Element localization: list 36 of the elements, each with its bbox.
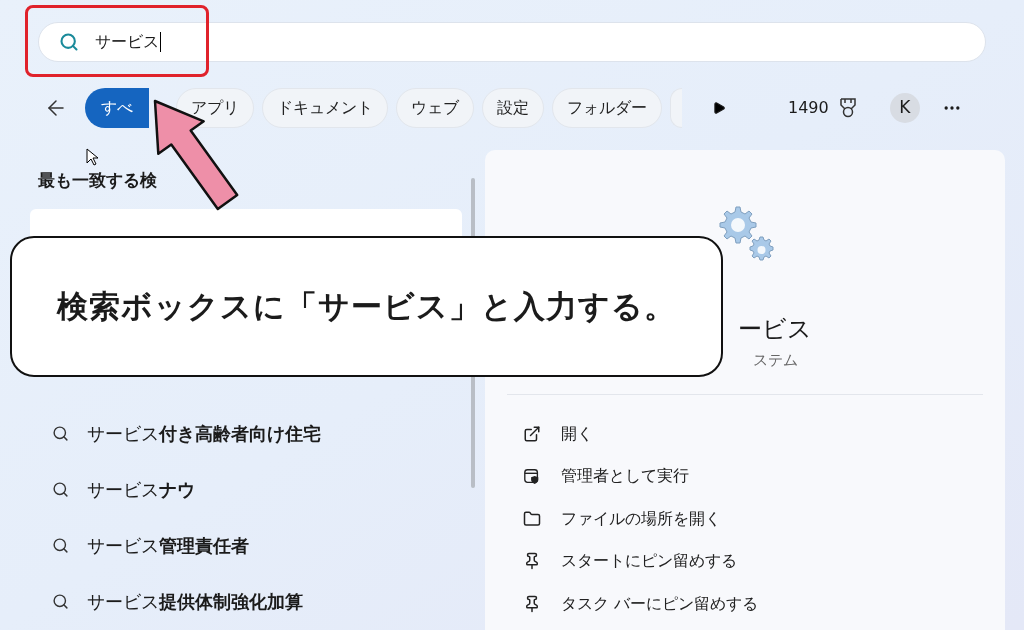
filter-tab[interactable]: フォルダー [552, 88, 662, 128]
suggestion-item[interactable]: サービス付き高齢者向け住宅 [30, 405, 462, 462]
app-subtitle: ステム [752, 350, 798, 371]
folder-icon [523, 509, 541, 528]
points-count: 1490 [788, 97, 829, 119]
filter-tab[interactable]: ウェブ [396, 88, 474, 128]
filter-tab[interactable]: すべ [85, 88, 149, 128]
medal-icon [838, 98, 857, 118]
action-item[interactable]: タスク バーにピン留めする [485, 582, 1005, 625]
action-item[interactable]: 開く [485, 412, 1005, 455]
search-icon [52, 537, 69, 554]
suggestion-item[interactable]: サービスナウ [30, 461, 462, 518]
caption-text: 検索ボックスに「サービス」と入力する。 [57, 287, 676, 327]
shield-window-icon [523, 467, 541, 486]
open-external-icon [523, 424, 541, 443]
search-input-text: サービス [95, 32, 161, 52]
search-icon [52, 593, 69, 610]
filter-tab[interactable]: 設定 [482, 88, 544, 128]
search-icon [52, 425, 69, 442]
filter-tab[interactable]: ドキュメント [262, 88, 388, 128]
user-avatar[interactable]: K [889, 93, 920, 123]
action-item[interactable]: 管理者として実行 [485, 455, 1005, 498]
section-heading: 最も一致する検 [38, 169, 157, 192]
action-item[interactable]: ファイルの場所を開く [485, 497, 1005, 540]
suggestion-item[interactable]: サービス提供体制強化加算 [30, 573, 462, 630]
pin-icon [523, 552, 541, 571]
pin-icon [523, 594, 541, 613]
app-title: ービス [738, 315, 812, 343]
search-icon [59, 32, 79, 52]
play-icon[interactable] [712, 101, 726, 115]
pointer-icon [86, 148, 98, 166]
action-item[interactable]: スタートにピン留めする [485, 540, 1005, 583]
search-icon [52, 481, 69, 498]
search-field[interactable]: サービス [38, 22, 986, 62]
suggestion-item[interactable]: サービス管理責任者 [30, 517, 462, 574]
best-match-card[interactable] [30, 208, 462, 239]
